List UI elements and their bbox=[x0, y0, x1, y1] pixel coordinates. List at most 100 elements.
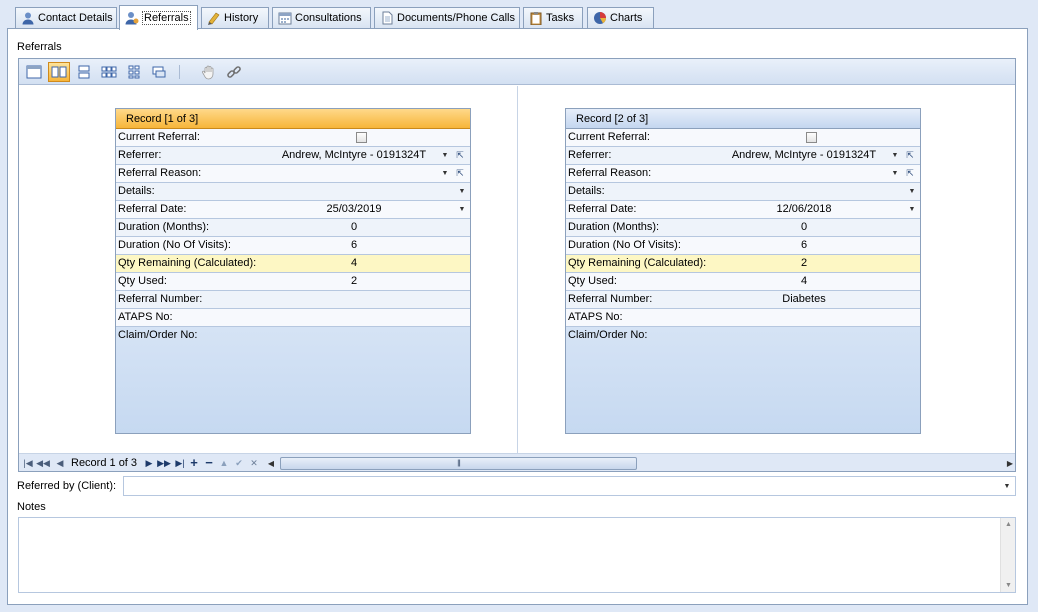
row-duration-visits: Duration (No Of Visits): 6 bbox=[116, 237, 470, 255]
field-label: Qty Used: bbox=[118, 275, 167, 287]
edit-icon[interactable]: ▲ bbox=[217, 456, 231, 470]
tab-label: Consultations bbox=[295, 12, 362, 24]
vertical-scrollbar[interactable]: ▲ ▼ bbox=[1000, 518, 1015, 592]
first-icon[interactable]: |◀ bbox=[21, 456, 35, 470]
details-value[interactable] bbox=[706, 183, 920, 200]
multi-rows-view-icon[interactable] bbox=[123, 62, 145, 82]
details-value[interactable] bbox=[256, 183, 470, 200]
row-details: Details: ▼ bbox=[566, 183, 920, 201]
scroll-right-icon[interactable]: ▶ bbox=[1005, 457, 1015, 470]
open-link-icon[interactable]: ⇱ bbox=[454, 165, 466, 182]
field-label: Referral Date: bbox=[568, 203, 637, 215]
scroll-left-icon[interactable]: ◀ bbox=[266, 457, 276, 470]
row-referrer: Referrer: Andrew, McIntyre - 0191324T ▼ … bbox=[566, 147, 920, 165]
field-label: Duration (No Of Visits): bbox=[568, 239, 681, 251]
multi-columns-view-icon[interactable] bbox=[98, 62, 120, 82]
rows-view-icon[interactable] bbox=[73, 62, 95, 82]
row-referral-number: Referral Number: Diabetes bbox=[566, 291, 920, 309]
pan-hand-icon[interactable] bbox=[198, 62, 220, 82]
field-label: Duration (No Of Visits): bbox=[118, 239, 231, 251]
row-ataps-no: ATAPS No: bbox=[116, 309, 470, 327]
ataps-no-value[interactable] bbox=[706, 309, 920, 326]
referred-by-field[interactable]: ▼ bbox=[123, 476, 1016, 496]
next-page-icon[interactable]: ▶▶ bbox=[157, 456, 171, 470]
open-link-icon[interactable]: ⇱ bbox=[904, 165, 916, 182]
cancel-icon[interactable]: ✕ bbox=[247, 456, 261, 470]
link-icon[interactable] bbox=[223, 62, 245, 82]
add-icon[interactable]: + bbox=[187, 456, 201, 470]
referrer-value[interactable]: Andrew, McIntyre - 0191324T bbox=[706, 147, 920, 164]
current-referral-checkbox[interactable] bbox=[356, 132, 367, 143]
referral-number-value[interactable] bbox=[256, 291, 470, 308]
tab-label: Charts bbox=[610, 12, 643, 24]
field-label: Referrer: bbox=[118, 149, 162, 161]
record-card-1[interactable]: Record [1 of 3] Current Referral: Referr… bbox=[115, 108, 471, 434]
duration-visits-value[interactable]: 6 bbox=[256, 237, 470, 254]
chevron-down-icon[interactable]: ▼ bbox=[890, 165, 900, 182]
claim-order-no-value[interactable] bbox=[706, 327, 920, 344]
row-referral-reason: Referral Reason: ▼ ⇱ bbox=[566, 165, 920, 183]
tab-tasks[interactable]: Tasks bbox=[523, 7, 583, 28]
qty-used-value[interactable]: 4 bbox=[706, 273, 920, 290]
referral-reason-value[interactable] bbox=[256, 165, 470, 182]
row-referrer: Referrer: Andrew, McIntyre - 0191324T ▼ … bbox=[116, 147, 470, 165]
current-referral-checkbox[interactable] bbox=[806, 132, 817, 143]
chevron-down-icon[interactable]: ▼ bbox=[907, 183, 917, 200]
referral-date-value[interactable]: 25/03/2019 bbox=[256, 201, 470, 218]
tab-documents-phone-calls[interactable]: Documents/Phone Calls bbox=[374, 7, 520, 28]
prev-icon[interactable]: ◀ bbox=[53, 456, 67, 470]
referral-reason-value[interactable] bbox=[706, 165, 920, 182]
tab-referrals[interactable]: Referrals bbox=[119, 5, 198, 30]
duration-visits-value[interactable]: 6 bbox=[706, 237, 920, 254]
tab-charts[interactable]: Charts bbox=[587, 7, 654, 28]
last-icon[interactable]: ▶| bbox=[173, 456, 187, 470]
field-label: Current Referral: bbox=[568, 131, 650, 143]
row-referral-reason: Referral Reason: ▼ ⇱ bbox=[116, 165, 470, 183]
scrollbar-thumb[interactable]: ||| bbox=[280, 457, 637, 470]
duration-months-value[interactable]: 0 bbox=[256, 219, 470, 236]
document-icon bbox=[380, 11, 394, 25]
ataps-no-value[interactable] bbox=[256, 309, 470, 326]
referrer-value[interactable]: Andrew, McIntyre - 0191324T bbox=[256, 147, 470, 164]
tab-history[interactable]: History bbox=[201, 7, 269, 28]
delete-icon[interactable]: − bbox=[202, 456, 216, 470]
field-label: Referral Number: bbox=[568, 293, 653, 305]
scroll-down-icon[interactable]: ▼ bbox=[1001, 582, 1016, 589]
tab-consultations[interactable]: Consultations bbox=[272, 7, 371, 28]
chevron-down-icon[interactable]: ▼ bbox=[440, 147, 450, 164]
referral-number-value[interactable]: Diabetes bbox=[706, 291, 920, 308]
record-header[interactable]: Record [1 of 3] bbox=[116, 109, 470, 129]
field-label: Qty Remaining (Calculated): bbox=[116, 255, 256, 272]
chevron-down-icon[interactable]: ▼ bbox=[907, 201, 917, 218]
post-icon[interactable]: ✔ bbox=[232, 456, 246, 470]
claim-order-no-value[interactable] bbox=[256, 327, 470, 344]
horizontal-scrollbar[interactable]: ◀ ||| ▶ bbox=[268, 457, 1015, 470]
chevron-down-icon[interactable]: ▼ bbox=[440, 165, 450, 182]
single-record-view-icon[interactable] bbox=[23, 62, 45, 82]
open-link-icon[interactable]: ⇱ bbox=[904, 147, 916, 164]
scroll-up-icon[interactable]: ▲ bbox=[1001, 521, 1016, 528]
customize-view-icon[interactable] bbox=[148, 62, 170, 82]
chevron-down-icon[interactable]: ▼ bbox=[1002, 478, 1012, 495]
row-current-referral: Current Referral: bbox=[116, 129, 470, 147]
next-icon[interactable]: ▶ bbox=[142, 456, 156, 470]
chevron-down-icon[interactable]: ▼ bbox=[457, 183, 467, 200]
record-header[interactable]: Record [2 of 3] bbox=[566, 109, 920, 129]
referral-date-value[interactable]: 12/06/2018 bbox=[706, 201, 920, 218]
chevron-down-icon[interactable]: ▼ bbox=[890, 147, 900, 164]
notes-textarea[interactable]: ▲ ▼ bbox=[18, 517, 1016, 593]
duration-months-value[interactable]: 0 bbox=[706, 219, 920, 236]
qty-used-value[interactable]: 2 bbox=[256, 273, 470, 290]
row-duration-months: Duration (Months): 0 bbox=[116, 219, 470, 237]
columns-view-icon[interactable] bbox=[48, 62, 70, 82]
field-label: Claim/Order No: bbox=[118, 329, 198, 341]
row-qty-used: Qty Used: 4 bbox=[566, 273, 920, 291]
field-label: ATAPS No: bbox=[118, 311, 173, 323]
record-card-2[interactable]: Record [2 of 3] Current Referral: Referr… bbox=[565, 108, 921, 434]
chevron-down-icon[interactable]: ▼ bbox=[457, 201, 467, 218]
tab-contact-details[interactable]: Contact Details bbox=[15, 7, 117, 28]
row-referral-number: Referral Number: bbox=[116, 291, 470, 309]
open-link-icon[interactable]: ⇱ bbox=[454, 147, 466, 164]
column-splitter[interactable] bbox=[517, 86, 518, 453]
prev-page-icon[interactable]: ◀◀ bbox=[36, 456, 50, 470]
